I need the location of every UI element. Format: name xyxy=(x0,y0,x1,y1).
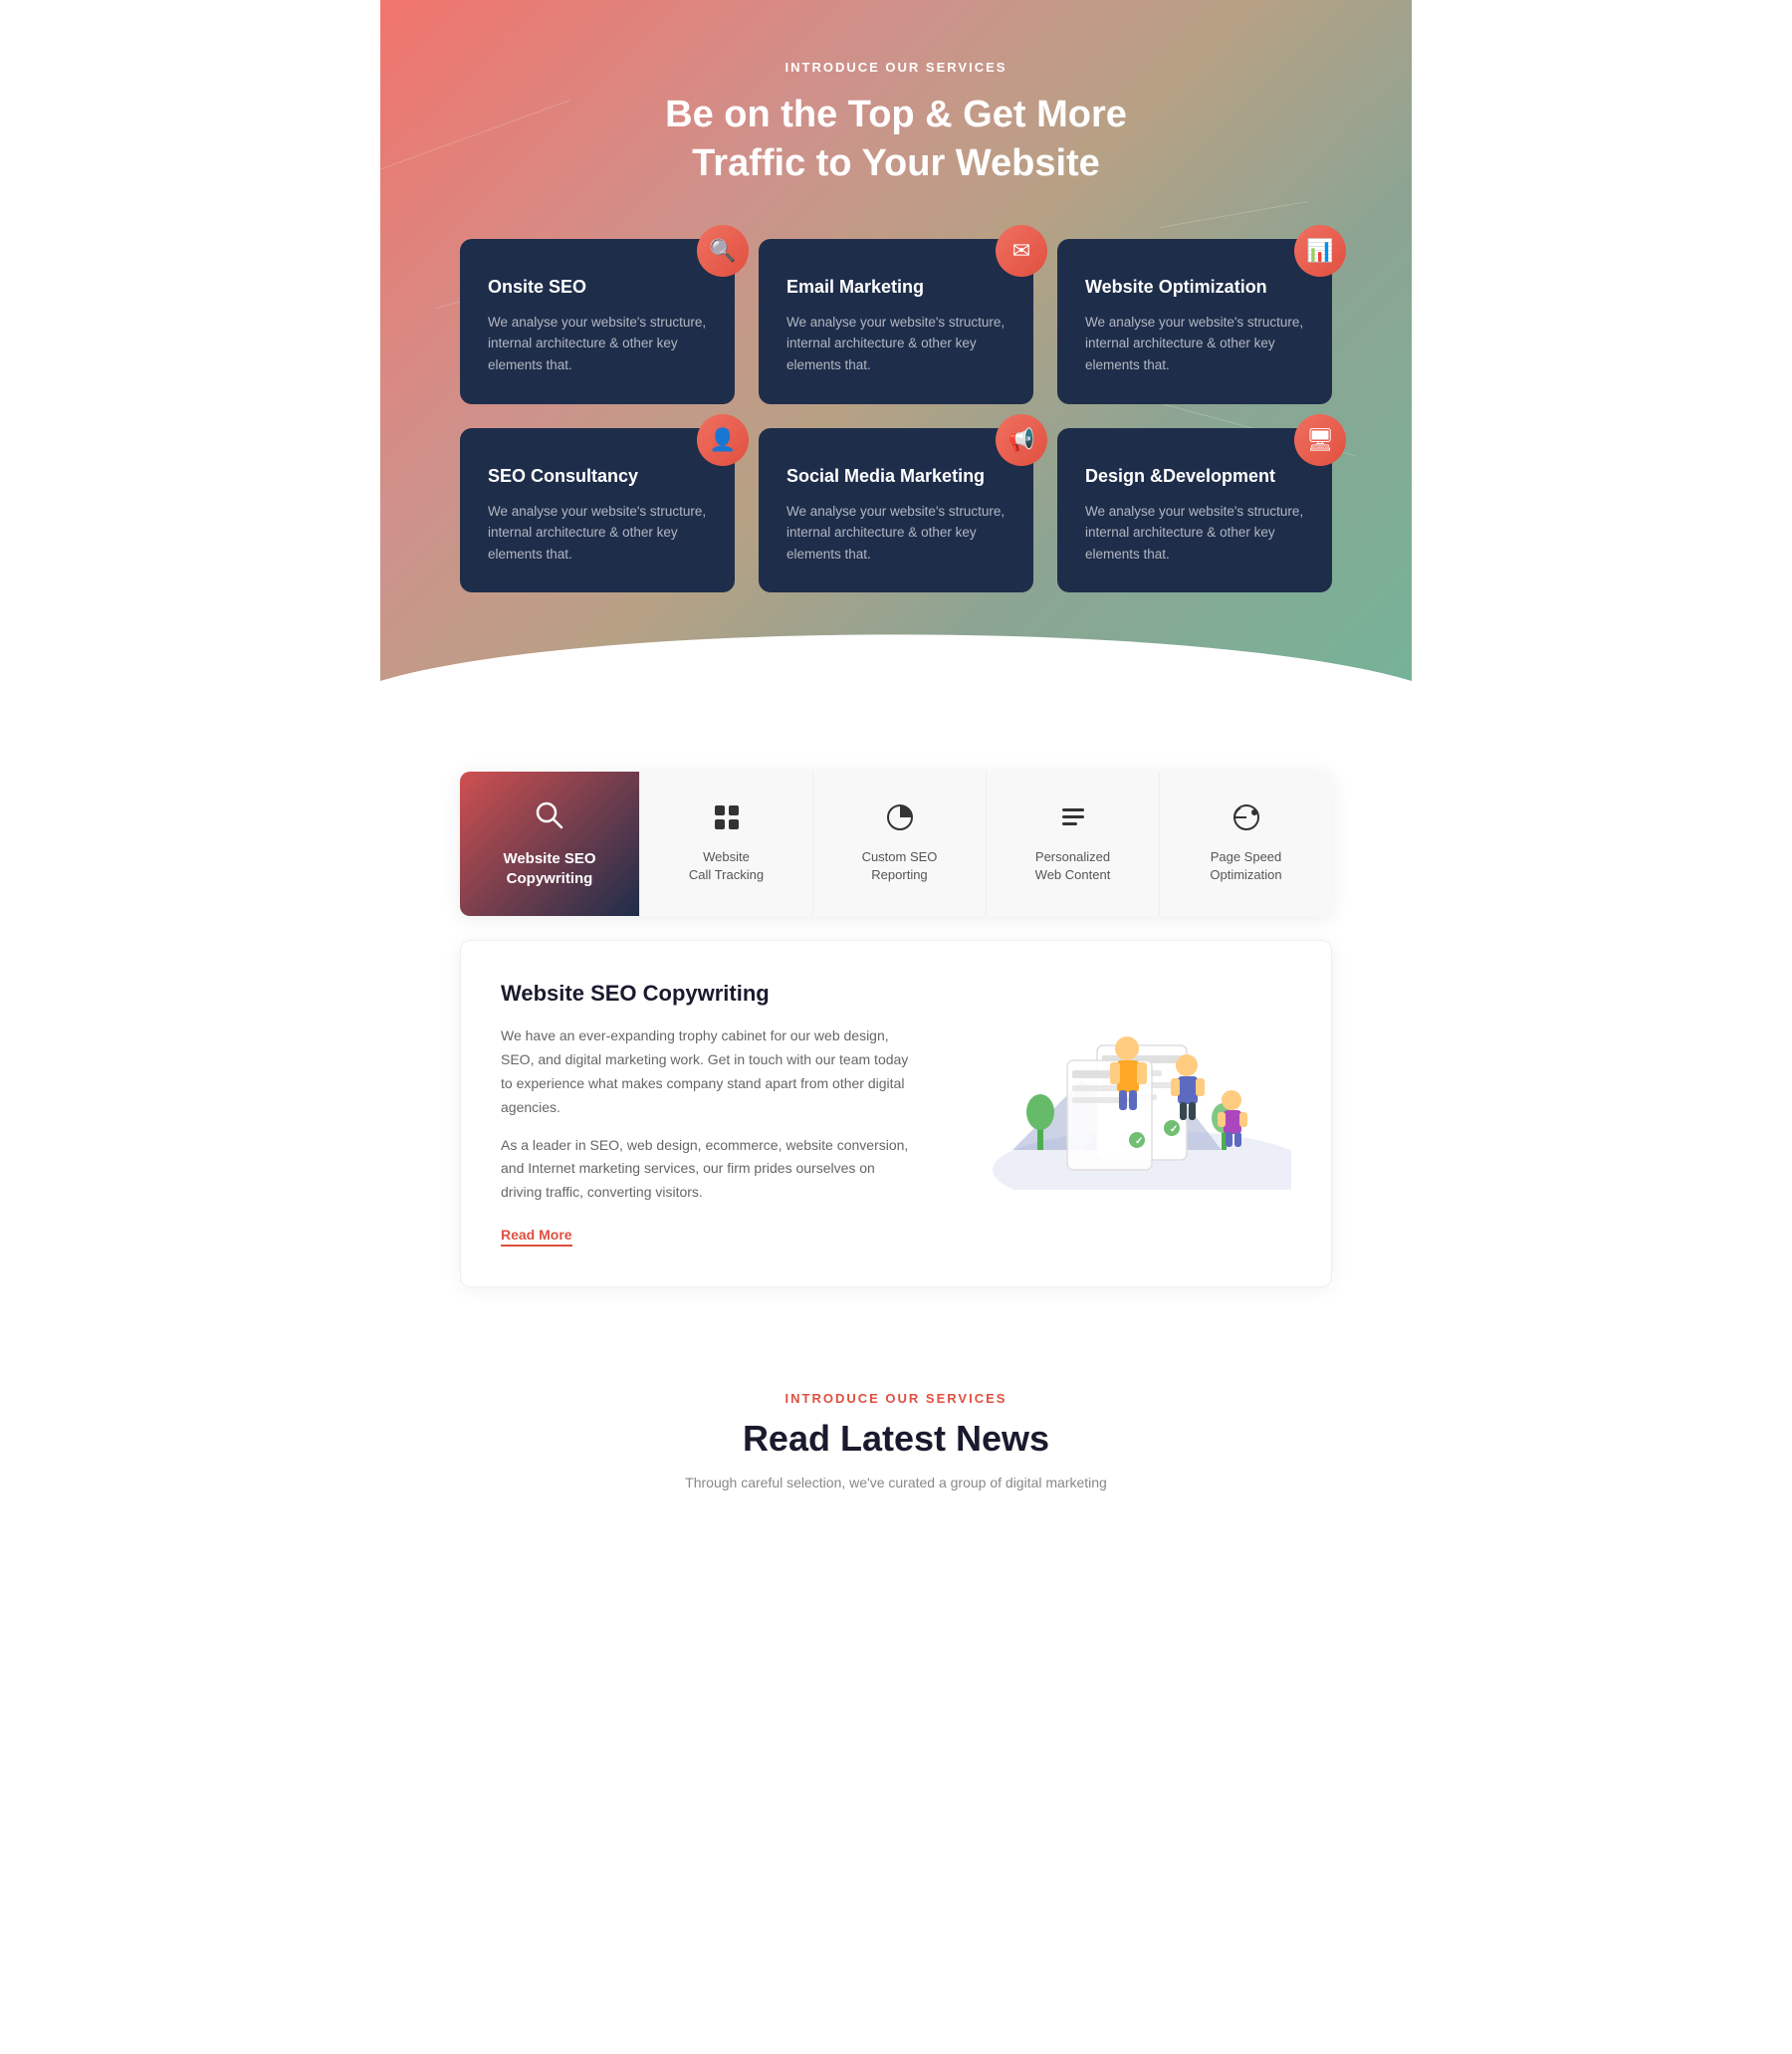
tab-content-panel: Website SEO Copywriting We have an ever-… xyxy=(460,940,1332,1287)
service-title-seo-consultancy: SEO Consultancy xyxy=(488,466,707,487)
service-icon-onsite-seo: 🔍 xyxy=(697,225,749,277)
tab-personalized-web-content[interactable]: Personalized Web Content xyxy=(986,772,1159,916)
tab-label-custom-seo: Custom SEO Reporting xyxy=(862,848,938,884)
svg-text:✓: ✓ xyxy=(1135,1136,1143,1147)
tabs-section: Website SEO Copywriting Website Call Tra… xyxy=(380,712,1412,916)
tab-page-speed-optimization[interactable]: Page Speed Optimization xyxy=(1159,772,1332,916)
service-desc-design-dev: We analyse your website's structure, int… xyxy=(1085,501,1304,566)
service-desc-email-marketing: We analyse your website's structure, int… xyxy=(786,312,1006,376)
service-icon-design-dev: 🖥 xyxy=(1294,414,1346,466)
tab-label-page-speed: Page Speed Optimization xyxy=(1210,848,1281,884)
service-icon-email-marketing: ✉ xyxy=(996,225,1047,277)
read-more-link[interactable]: Read More xyxy=(501,1227,572,1247)
service-icon-seo-consultancy: 👤 xyxy=(697,414,749,466)
tab-content-text: Website SEO Copywriting We have an ever-… xyxy=(501,981,913,1247)
hero-title: Be on the Top & Get More Traffic to Your… xyxy=(460,91,1332,189)
service-card-website-optimization: 📊Website OptimizationWe analyse your web… xyxy=(1057,239,1332,404)
tab-label-personalized: Personalized Web Content xyxy=(1035,848,1111,884)
chart-icon xyxy=(886,803,914,838)
tab-label-call-tracking: Website Call Tracking xyxy=(689,848,764,884)
service-desc-seo-consultancy: We analyse your website's structure, int… xyxy=(488,501,707,566)
service-desc-social-media: We analyse your website's structure, int… xyxy=(786,501,1006,566)
tab-website-call-tracking[interactable]: Website Call Tracking xyxy=(639,772,812,916)
service-title-website-optimization: Website Optimization xyxy=(1085,277,1304,298)
tab-custom-seo-reporting[interactable]: Custom SEO Reporting xyxy=(812,772,986,916)
hero-section: INTRODUCE OUR SERVICES Be on the Top & G… xyxy=(380,0,1412,712)
news-subtitle: Through careful selection, we've curated… xyxy=(460,1472,1332,1493)
service-title-social-media: Social Media Marketing xyxy=(786,466,1006,487)
tab-content-body1: We have an ever-expanding trophy cabinet… xyxy=(501,1025,913,1119)
service-card-email-marketing: ✉Email MarketingWe analyse your website'… xyxy=(759,239,1033,404)
tabs-container: Website SEO Copywriting Website Call Tra… xyxy=(460,772,1332,916)
service-card-social-media: 📢Social Media MarketingWe analyse your w… xyxy=(759,428,1033,593)
layers-icon xyxy=(713,803,741,838)
search-icon xyxy=(534,799,565,839)
service-card-seo-consultancy: 👤SEO ConsultancyWe analyse your website'… xyxy=(460,428,735,593)
tab-content-image: ✓ ✓ xyxy=(953,981,1291,1190)
service-title-email-marketing: Email Marketing xyxy=(786,277,1006,298)
news-title: Read Latest News xyxy=(460,1418,1332,1460)
speedometer-icon xyxy=(1232,803,1260,838)
service-card-design-dev: 🖥Design &DevelopmentWe analyse your webs… xyxy=(1057,428,1332,593)
tab-website-seo-copywriting[interactable]: Website SEO Copywriting xyxy=(460,772,639,916)
service-icon-website-optimization: 📊 xyxy=(1294,225,1346,277)
tab-content-title: Website SEO Copywriting xyxy=(501,981,913,1007)
news-section: INTRODUCE OUR SERVICES Read Latest News … xyxy=(380,1311,1412,1533)
service-card-onsite-seo: 🔍Onsite SEOWe analyse your website's str… xyxy=(460,239,735,404)
service-desc-website-optimization: We analyse your website's structure, int… xyxy=(1085,312,1304,376)
list-icon xyxy=(1059,803,1087,838)
service-title-onsite-seo: Onsite SEO xyxy=(488,277,707,298)
hero-section-label: INTRODUCE OUR SERVICES xyxy=(460,60,1332,75)
tab-active-label: Website SEO Copywriting xyxy=(503,849,595,888)
services-grid: 🔍Onsite SEOWe analyse your website's str… xyxy=(460,239,1332,593)
news-section-label: INTRODUCE OUR SERVICES xyxy=(460,1391,1332,1406)
svg-text:✓: ✓ xyxy=(1170,1124,1178,1135)
service-desc-onsite-seo: We analyse your website's structure, int… xyxy=(488,312,707,376)
service-icon-social-media: 📢 xyxy=(996,414,1047,466)
service-title-design-dev: Design &Development xyxy=(1085,466,1304,487)
tab-content-body2: As a leader in SEO, web design, ecommerc… xyxy=(501,1134,913,1205)
